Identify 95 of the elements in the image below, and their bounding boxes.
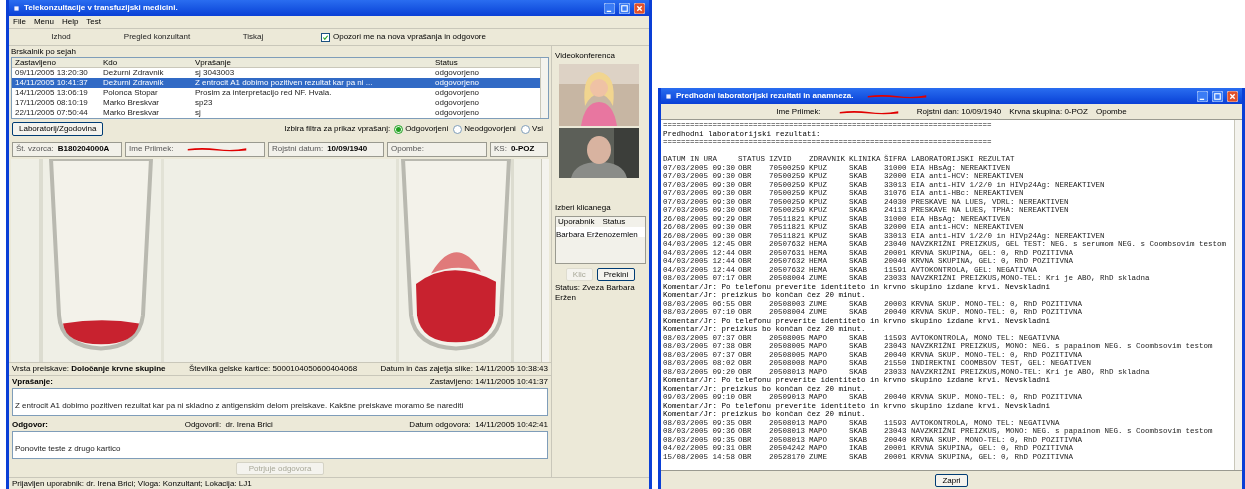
table-cell: Barbara Erženozemlen — [556, 230, 638, 239]
radio-label: Vsi — [531, 123, 543, 135]
close-button[interactable] — [634, 2, 645, 14]
text-area[interactable]: Z entrocit A1 dobimo pozitiven rezultat kar pa ni skladno z antigenskim delom preiskave. Kakšne preiskave moramo še narediti — [12, 388, 548, 416]
field-label: Opombe: — [391, 143, 424, 155]
info-label: Rojstni dan: 10/09/1940 — [916, 105, 1002, 118]
checkbox[interactable] — [321, 32, 330, 42]
column-header[interactable]: Status — [432, 58, 540, 68]
section-label: Brskalnik po sejah — [10, 46, 77, 57]
scrollbar[interactable] — [1234, 120, 1242, 470]
field-value: 0-POZ — [510, 143, 535, 155]
column-header[interactable]: Zastavljeno — [12, 58, 100, 68]
table-cell-text: Polonca Stopar — [102, 88, 159, 98]
table-cell-text: odgovorjeno — [434, 88, 481, 98]
checkmark-icon — [322, 33, 329, 41]
field-value: B180204000A — [57, 143, 110, 155]
table-cell-text: odgovorjeno — [434, 98, 481, 108]
close-button[interactable] — [1227, 90, 1238, 102]
caption-text: Datum in čas zajetja slike: 14/11/2005 10:38:43 — [380, 364, 548, 374]
maximize-button[interactable] — [619, 2, 630, 14]
table-row[interactable]: 09/11/2005 13:20:30 Dežurni Zdravnik sj 3043003 odgovorjeno — [12, 68, 540, 78]
column-header[interactable]: Status — [600, 217, 645, 227]
toolbar-button[interactable]: Izhod — [13, 30, 109, 44]
radio-button[interactable] — [453, 124, 463, 134]
menu-item[interactable]: Test — [86, 16, 102, 28]
scrollbar[interactable] — [541, 159, 549, 362]
info-label: Ime Priimek: — [776, 105, 821, 118]
table-cell-text: sp23 — [194, 98, 214, 108]
radio-button[interactable] — [394, 124, 404, 134]
table-cell-text: 22/11/2005 07:50:44 — [14, 108, 89, 118]
table-row[interactable]: 14/11/2005 13:06:19 Polonca Stopar Prosim za interpretacijo red NF. Hvala. odgovorjeno — [12, 88, 540, 98]
window-title: Predhodni laboratorijski rezultati in anamneza. — [676, 90, 854, 102]
menu-item[interactable]: Help — [61, 16, 79, 28]
meta-text: Zastavljeno: 14/11/2005 10:41:37 — [429, 376, 548, 388]
column-header[interactable]: Vprašanje — [192, 58, 432, 68]
minimize-button[interactable] — [604, 2, 615, 14]
field-value: 10/09/1940 — [327, 143, 368, 155]
scrollbar[interactable] — [540, 58, 548, 118]
table-cell-text: 17/11/2005 08:10:19 — [14, 98, 89, 108]
radio-label: Odgovorjeni — [405, 123, 449, 135]
status-text: Status: Zveza Barbara Eržen — [555, 283, 636, 303]
table-cell-text: odgovorjeno — [434, 68, 481, 78]
table-cell-text: odgovorjeno — [434, 78, 481, 88]
column-header[interactable]: Kdo — [100, 58, 192, 68]
window-title: Telekonzultacije v transfuzijski medicini. — [24, 2, 178, 14]
app-icon — [13, 4, 20, 12]
close-button[interactable]: Zapri — [935, 473, 968, 487]
section-label: Izberi klicanega — [555, 202, 612, 214]
message-text: Ponovite teste z drugo kartico — [15, 444, 121, 453]
table-row[interactable]: Barbara Erženozemlen — [556, 227, 645, 237]
table-cell-text: Dežurni Zdravnik — [102, 78, 165, 88]
table-cell-text: Z entrocit A1 dobimo pozitiven rezultat kar pa ni ... — [194, 78, 374, 88]
table-row[interactable]: 14/11/2005 10:41:37 Dežurni Zdravnik Z entrocit A1 dobimo pozitiven rezultat kar pa ni ... odgovorjeno — [12, 78, 540, 88]
table-cell-text: Marko Breskvar — [102, 108, 160, 118]
meta-text: Datum odgovora: 14/11/2005 10:42:41 — [409, 419, 548, 431]
table-cell-text: 09/11/2005 13:20:30 — [14, 68, 89, 78]
app-icon — [665, 92, 672, 100]
call-button[interactable]: Prekini — [596, 268, 636, 281]
maximize-button[interactable] — [1212, 90, 1223, 102]
table-cell-text: 14/11/2005 13:06:19 — [14, 88, 89, 98]
toolbar-button[interactable]: Tiskaj — [205, 30, 301, 44]
filter-label: Izbira filtra za prikaz vprašanj: — [284, 123, 391, 135]
status-bar-text: Prijavljen uporabnik: dr. Irena Brici; Vloga: Konzultant; Lokacija: LJ1 — [12, 477, 252, 489]
table-row[interactable]: 22/11/2005 07:50:44 Marko Breskvar sj odgovorjeno — [12, 108, 540, 118]
field-label: Rojstni datum: — [272, 143, 324, 155]
message-text: Z entrocit A1 dobimo pozitiven rezultat kar pa ni skladno z antigenskim delom preiskave. Kakšne preiskave moramo še narediti — [15, 401, 464, 410]
meta-text: Odgovoril: dr. Irena Brici — [184, 419, 273, 431]
field-label: Št. vzorca: — [16, 143, 54, 155]
table-cell-text: Marko Breskvar — [102, 98, 160, 108]
menu-item[interactable]: File — [13, 16, 26, 28]
radio-label: Neodgovorjeni — [464, 123, 516, 135]
section-label: Odgovor: — [12, 419, 48, 431]
checkbox-label: Opozori me na nova vprašanja in odgovore — [333, 31, 486, 43]
radio-button[interactable] — [520, 124, 530, 134]
text-area[interactable]: Ponovite teste z drugo kartico — [12, 431, 548, 459]
table-row[interactable]: 17/11/2005 08:10:19 Marko Breskvar sp23 odgovorjeno — [12, 98, 540, 108]
field-label: Ime Priimek: — [129, 143, 174, 155]
table-cell-text: sj 3043003 — [194, 68, 236, 78]
caption-text: Številka gelske kartice: 5000104050600404068 — [188, 364, 358, 374]
caption-text: Vrsta preiskave: Določanje krvne skupine — [12, 364, 166, 374]
section-label: Vprašanje: — [12, 376, 53, 388]
panel-title: Videokonferenca — [555, 50, 616, 62]
table-cell-text: Prosim za interpretacijo red NF. Hvala. — [194, 88, 333, 98]
table-cell-text: 14/11/2005 10:41:37 — [14, 78, 89, 88]
table-cell-text: Dežurni Zdravnik — [102, 68, 165, 78]
column-header[interactable]: Uporabnik — [556, 217, 601, 227]
minimize-button[interactable] — [1197, 90, 1208, 102]
toolbar-button[interactable]: Pregled konzultant — [109, 30, 205, 44]
info-label: Krvna skupina: 0-POZ — [1009, 105, 1088, 118]
table-cell-text: sj — [194, 108, 202, 118]
table-cell-text: odgovorjeno — [434, 108, 481, 118]
field-label: KS: — [494, 143, 507, 155]
info-label: Opombe — [1096, 105, 1127, 118]
lab-history-button[interactable]: Laboratorij/Zgodovina — [12, 122, 104, 136]
menu-item[interactable]: Menu — [33, 16, 54, 28]
